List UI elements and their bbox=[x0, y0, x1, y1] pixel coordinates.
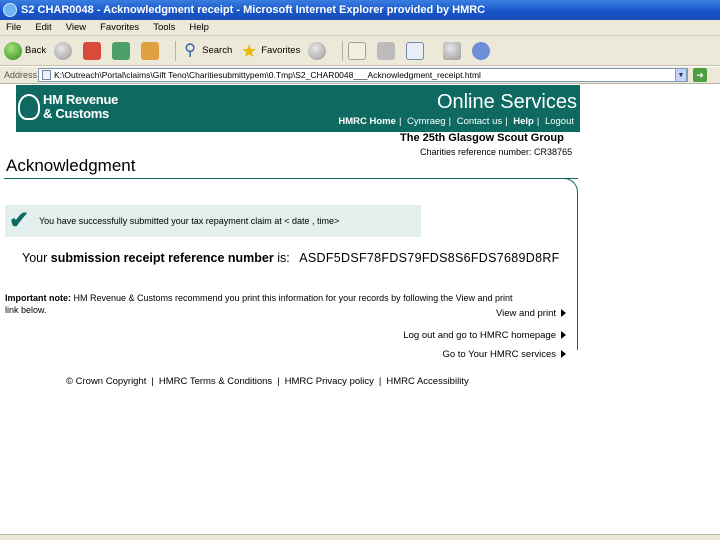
crown-icon bbox=[18, 94, 40, 120]
favorites-label: Favorites bbox=[261, 45, 301, 56]
receipt-label-a: Your bbox=[22, 251, 48, 265]
nav-logout[interactable]: Logout bbox=[545, 116, 574, 127]
your-services-label: Go to Your HMRC services bbox=[442, 349, 556, 360]
online-services-title: Online Services bbox=[436, 91, 577, 113]
messenger-icon bbox=[472, 41, 491, 60]
footer-separator: | bbox=[151, 376, 154, 387]
title-bar: S2 CHAR0048 - Acknowledgment receipt - M… bbox=[0, 0, 720, 20]
page-content: HM Revenue & Customs Online Services HMR… bbox=[0, 85, 720, 540]
arrow-right-icon bbox=[561, 331, 566, 340]
back-icon bbox=[4, 41, 22, 60]
print-icon bbox=[377, 41, 396, 60]
footer-accessibility[interactable]: HMRC Accessibility bbox=[386, 376, 468, 387]
menu-help[interactable]: Help bbox=[189, 22, 209, 33]
menu-edit[interactable]: Edit bbox=[35, 22, 51, 33]
address-url: K:\Outreach\Portal\claims\Gift Teno\Char… bbox=[54, 70, 481, 80]
nav-help[interactable]: Help bbox=[513, 116, 534, 127]
receipt-reference: Your submission receipt reference number… bbox=[22, 251, 560, 265]
research-icon bbox=[443, 41, 462, 60]
search-icon: ⚲ bbox=[184, 41, 196, 59]
logo-line2: & Customs bbox=[43, 106, 109, 121]
forward-button[interactable] bbox=[54, 41, 75, 60]
nav-cymraeg[interactable]: Cymraeg bbox=[407, 116, 446, 127]
stop-icon bbox=[83, 41, 102, 60]
receipt-label-c: is: bbox=[273, 251, 290, 265]
toolbar-separator bbox=[175, 40, 177, 61]
footer-privacy[interactable]: HMRC Privacy policy bbox=[285, 376, 374, 387]
arrow-right-icon bbox=[561, 350, 566, 359]
important-note: Important note: HM Revenue & Customs rec… bbox=[5, 292, 525, 316]
address-input[interactable]: K:\Outreach\Portal\claims\Gift Teno\Char… bbox=[38, 68, 688, 82]
history-icon bbox=[308, 41, 327, 60]
menu-tools[interactable]: Tools bbox=[153, 22, 175, 33]
view-print-label: View and print bbox=[495, 308, 556, 319]
content-frame-corner bbox=[560, 178, 578, 350]
favorites-button[interactable]: ★ Favorites bbox=[240, 42, 300, 60]
success-message: You have successfully submitted your tax… bbox=[39, 216, 340, 226]
window-title: S2 CHAR0048 - Acknowledgment receipt - M… bbox=[21, 4, 486, 16]
messenger-button[interactable] bbox=[472, 41, 493, 60]
back-button[interactable]: Back bbox=[4, 41, 47, 60]
browser-window: S2 CHAR0048 - Acknowledgment receipt - M… bbox=[0, 0, 720, 540]
history-button[interactable] bbox=[308, 41, 329, 60]
logout-home-link[interactable]: Log out and go to HMRC homepage bbox=[403, 330, 566, 341]
checkmark-icon: ✔ bbox=[9, 207, 30, 234]
note-text: HM Revenue & Customs recommend you print… bbox=[5, 293, 513, 315]
home-icon bbox=[141, 41, 160, 60]
footer-copyright[interactable]: © Crown Copyright bbox=[66, 376, 146, 387]
heading-divider bbox=[4, 178, 578, 179]
address-label: Address bbox=[4, 70, 38, 80]
arrow-right-icon bbox=[561, 309, 566, 318]
favorites-star-icon: ★ bbox=[241, 40, 258, 61]
hmrc-banner: HM Revenue & Customs Online Services HMR… bbox=[16, 85, 580, 132]
search-label: Search bbox=[202, 45, 233, 56]
ie-icon bbox=[3, 3, 17, 17]
menu-file[interactable]: File bbox=[6, 22, 21, 33]
go-arrow-icon[interactable]: ➜ bbox=[693, 68, 707, 82]
page-title: Acknowledgment bbox=[6, 156, 136, 175]
logo-line1: HM Revenue bbox=[43, 92, 119, 107]
banner-nav: HMRC Home | Cymraeg | Contact us | Help | Lo… bbox=[338, 116, 574, 127]
mail-icon bbox=[348, 41, 367, 60]
charity-reference: Charities reference number: CR38765 bbox=[420, 147, 573, 157]
logo-text: HM Revenue & Customs bbox=[43, 93, 118, 121]
receipt-label-b: submission receipt reference number bbox=[50, 251, 274, 265]
print-button[interactable] bbox=[377, 41, 398, 60]
address-dropdown-icon[interactable]: ▼ bbox=[675, 68, 687, 82]
logout-home-label: Log out and go to HMRC homepage bbox=[403, 330, 556, 341]
back-label: Back bbox=[25, 45, 47, 56]
view-print-link[interactable]: View and print bbox=[496, 308, 566, 319]
menu-bar: File Edit View Favorites Tools Help bbox=[0, 20, 720, 36]
refresh-icon bbox=[112, 41, 131, 60]
home-button[interactable] bbox=[141, 41, 162, 60]
refresh-button[interactable] bbox=[112, 41, 133, 60]
status-bar bbox=[0, 534, 720, 540]
edit-button[interactable] bbox=[406, 41, 427, 60]
page-icon bbox=[42, 70, 51, 80]
hmrc-logo[interactable]: HM Revenue & Customs bbox=[16, 93, 118, 121]
toolbar-separator-2 bbox=[342, 40, 344, 61]
menu-view[interactable]: View bbox=[66, 22, 86, 33]
stop-button[interactable] bbox=[83, 41, 104, 60]
address-bar: Address K:\Outreach\Portal\claims\Gift T… bbox=[0, 67, 720, 84]
note-label: Important note: bbox=[5, 293, 71, 303]
receipt-reference-number: ASDF5DSF78FDS79FDS8S6FDS7689D8RF bbox=[299, 251, 560, 265]
toolbar: Back ⚲ Search ★ Favorites bbox=[0, 36, 720, 261]
word-icon bbox=[406, 41, 425, 60]
footer-separator: | bbox=[378, 376, 382, 387]
your-services-link[interactable]: Go to Your HMRC services bbox=[442, 349, 566, 360]
research-button[interactable] bbox=[443, 41, 464, 60]
page-footer: © Crown Copyright | HMRC Terms & Condition… bbox=[66, 376, 469, 387]
menu-favorites[interactable]: Favorites bbox=[100, 22, 139, 33]
mail-button[interactable] bbox=[348, 41, 369, 60]
search-button[interactable]: ⚲ Search bbox=[181, 42, 232, 60]
organisation-name: The 25th Glasgow Scout Group bbox=[400, 132, 564, 144]
footer-separator: | bbox=[277, 376, 280, 387]
forward-icon bbox=[54, 41, 73, 60]
nav-hmrc-home[interactable]: HMRC Home bbox=[338, 116, 396, 127]
nav-contact-us[interactable]: Contact us bbox=[457, 116, 502, 127]
success-banner: ✔ You have successfully submitted your t… bbox=[5, 205, 421, 237]
footer-terms[interactable]: HMRC Terms & Conditions bbox=[159, 376, 272, 387]
